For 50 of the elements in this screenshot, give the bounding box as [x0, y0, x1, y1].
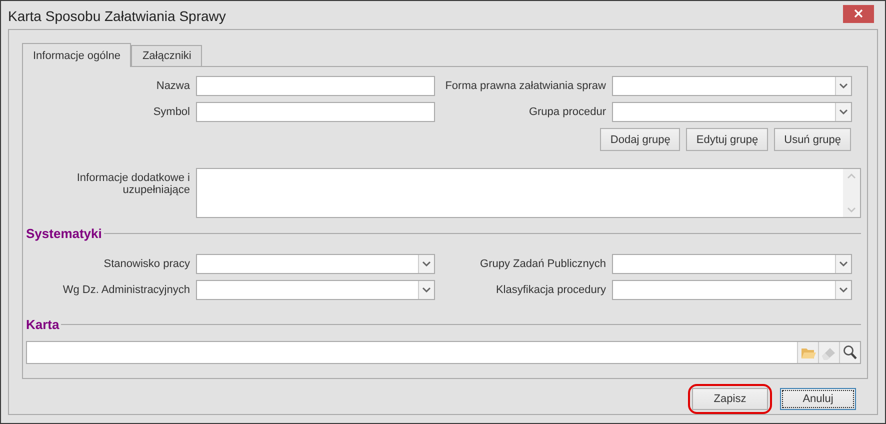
- section-title: Systematyki: [26, 226, 102, 241]
- chevron-down-icon: [422, 261, 431, 267]
- group-button[interactable]: Edytuj grupę: [686, 128, 768, 151]
- chevron-down-icon: [839, 83, 848, 89]
- file-field[interactable]: [26, 341, 861, 364]
- scroll-down-icon[interactable]: [847, 207, 856, 213]
- dropdown-button[interactable]: [418, 255, 434, 273]
- field-label: Stanowisko pracy: [102, 258, 190, 270]
- folder-button[interactable]: [797, 342, 818, 363]
- dropdown-button[interactable]: [835, 255, 851, 273]
- field-label: Klasyfikacja procedury: [494, 284, 606, 296]
- chevron-down-icon: [839, 109, 848, 115]
- close-icon: [854, 9, 863, 18]
- dropdown-field[interactable]: [612, 76, 852, 96]
- dropdown-field[interactable]: [612, 280, 852, 300]
- folder-icon: [800, 346, 816, 358]
- chevron-down-icon: [839, 287, 848, 293]
- dropdown-button[interactable]: [835, 103, 851, 121]
- chevron-down-icon: [422, 287, 431, 293]
- search-button[interactable]: [839, 342, 860, 363]
- group-button[interactable]: Dodaj grupę: [600, 128, 680, 151]
- field-label: Nazwa: [155, 80, 190, 92]
- dropdown-button[interactable]: [418, 281, 434, 299]
- dropdown-button[interactable]: [835, 77, 851, 95]
- dropdown-field[interactable]: [196, 254, 435, 274]
- dropdown-field[interactable]: [612, 254, 852, 274]
- dialog-button[interactable]: Zapisz: [692, 388, 768, 410]
- section-title: Karta: [26, 317, 60, 332]
- dropdown-button[interactable]: [835, 281, 851, 299]
- field-label: Informacje dodatkowe i uzupełniające: [76, 171, 190, 196]
- tab[interactable]: Załączniki: [131, 45, 202, 66]
- field-label: Grupy Zadań Publicznych: [479, 258, 606, 270]
- dropdown-field[interactable]: [612, 102, 852, 122]
- scrollbar[interactable]: [843, 169, 860, 217]
- search-icon: [843, 345, 857, 360]
- field-label: Grupa procedur: [528, 106, 606, 118]
- field-label: Wg Dz. Administracyjnych: [62, 284, 190, 296]
- field-label: Forma prawna załatwiania spraw: [444, 80, 606, 92]
- dialog-button[interactable]: Anuluj: [780, 388, 856, 410]
- close-button[interactable]: [843, 4, 874, 22]
- dropdown-field[interactable]: [196, 280, 435, 300]
- window-title: Karta Sposobu Załatwiania Sprawy: [8, 6, 226, 24]
- text-field[interactable]: [196, 76, 435, 96]
- tab[interactable]: Informacje ogólne: [22, 43, 132, 67]
- scroll-up-icon[interactable]: [847, 173, 856, 179]
- text-field[interactable]: [196, 102, 435, 122]
- group-button[interactable]: Usuń grupę: [774, 128, 851, 151]
- notes-field[interactable]: [196, 168, 861, 218]
- chevron-down-icon: [839, 261, 848, 267]
- field-label: Symbol: [152, 106, 190, 118]
